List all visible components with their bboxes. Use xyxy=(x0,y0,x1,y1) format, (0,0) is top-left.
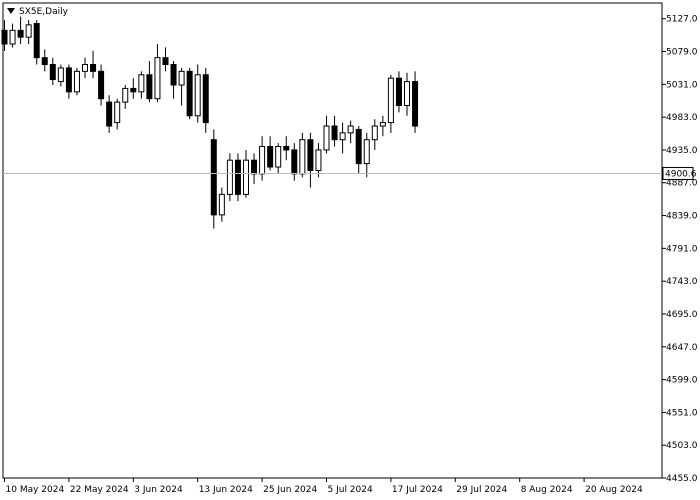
y-tick-label: 4551.0 xyxy=(666,408,698,418)
y-tick-label: 4935.0 xyxy=(666,146,698,156)
candle-body-up xyxy=(9,29,16,45)
x-tick-label: 29 Jul 2024 xyxy=(456,485,507,495)
candle xyxy=(299,132,306,178)
y-tick-label: 4887.0 xyxy=(666,179,698,189)
candle-body-up xyxy=(347,125,354,134)
candle-body-up xyxy=(275,146,282,168)
candle-body-down xyxy=(1,29,8,45)
candle-body-down xyxy=(251,159,258,175)
candle-body-down xyxy=(65,67,72,93)
y-tick-label: 4647.0 xyxy=(666,343,698,353)
candle-body-up xyxy=(315,149,322,171)
candle-body-down xyxy=(331,125,338,141)
last-price-value: 4900.6 xyxy=(665,169,697,179)
y-tick-label: 4791.0 xyxy=(666,244,698,254)
candle-body-down xyxy=(146,74,153,100)
candle-body-up xyxy=(122,87,129,103)
candle-body-down xyxy=(267,146,274,168)
candle-body-down xyxy=(202,74,209,124)
chart-background xyxy=(0,0,700,500)
candle-body-down xyxy=(395,77,402,107)
candle-body-up xyxy=(154,57,161,100)
x-tick-label: 3 Jun 2024 xyxy=(134,485,183,495)
candle-body-down xyxy=(17,29,24,38)
candle-body-down xyxy=(210,139,217,216)
candle-body-down xyxy=(355,128,362,165)
last-price-tag: 4900.6 xyxy=(662,166,697,180)
candle xyxy=(210,129,217,229)
candle-body-up xyxy=(323,125,330,151)
ichimoku-chart: 5127.0 5079.0 5031.0 4983.0 4935.0 4887.0 4839… xyxy=(0,0,700,500)
candle-body-down xyxy=(90,64,97,72)
candle-body-down xyxy=(170,64,177,86)
candle-body-up xyxy=(363,139,370,165)
y-tick-label: 4599.0 xyxy=(666,376,698,386)
candle-body-up xyxy=(218,193,225,216)
candle-body-up xyxy=(404,81,410,107)
candle-body-up xyxy=(387,77,394,124)
y-tick-label: 5031.0 xyxy=(666,80,698,90)
y-tick-label: 5079.0 xyxy=(666,48,698,58)
y-tick-label: 4839.0 xyxy=(666,212,698,222)
candle xyxy=(226,153,233,202)
x-tick-label: 8 Aug 2024 xyxy=(521,485,573,495)
chart-root: 5127.0 5079.0 5031.0 4983.0 4935.0 4887.0 4839… xyxy=(0,0,700,500)
candle-body-up xyxy=(25,24,32,38)
candle-body-down xyxy=(49,64,56,81)
candle-body-up xyxy=(339,132,346,141)
candle-body-up xyxy=(379,122,386,127)
candle-body-up xyxy=(138,74,145,93)
y-tick-label: 4455.0 xyxy=(666,474,698,484)
y-tick-label: 4743.0 xyxy=(666,277,698,287)
candle-body-down xyxy=(106,101,113,127)
candle xyxy=(73,67,80,96)
candle-body-down xyxy=(41,57,48,66)
x-tick-label: 20 Aug 2024 xyxy=(585,485,643,495)
symbol-label: SX5E,Daily xyxy=(19,7,69,17)
candle-body-up xyxy=(57,67,64,83)
x-tick-label: 25 Jun 2024 xyxy=(263,485,317,495)
candle-body-up xyxy=(243,159,249,195)
candle xyxy=(33,20,40,65)
candle-body-down xyxy=(307,139,314,171)
candle-body-down xyxy=(98,70,105,100)
candle-body-down xyxy=(33,23,40,59)
candle-body-up xyxy=(73,70,80,93)
x-tick-label: 13 Jun 2024 xyxy=(199,485,253,495)
candle-body-down xyxy=(162,57,169,66)
y-tick-label: 4983.0 xyxy=(666,113,698,123)
y-axis: 5127.0 5079.0 5031.0 4983.0 4935.0 4887.0 4839… xyxy=(662,15,698,484)
candle-body-down xyxy=(412,81,419,127)
candle-body-up xyxy=(371,125,378,141)
candle-body-up xyxy=(259,146,266,175)
candle xyxy=(234,153,241,202)
x-tick-label: 10 May 2024 xyxy=(6,485,65,495)
x-tick-label: 5 Jul 2024 xyxy=(328,485,373,495)
candle-body-up xyxy=(299,139,306,175)
candle-body-down xyxy=(291,149,298,175)
candle-body-up xyxy=(226,159,233,195)
candle-body-up xyxy=(194,74,201,117)
candle-body-up xyxy=(178,70,185,86)
candle-body-down xyxy=(234,159,241,195)
x-tick-label: 17 Jul 2024 xyxy=(392,485,443,495)
candle-body-up xyxy=(114,101,121,124)
candle-body-up xyxy=(82,64,88,72)
y-tick-label: 4695.0 xyxy=(666,310,698,320)
candle-body-down xyxy=(186,70,193,117)
y-tick-label: 4503.0 xyxy=(666,441,698,451)
candle xyxy=(186,67,193,120)
y-tick-label: 5127.0 xyxy=(666,15,698,25)
candle-body-down xyxy=(283,146,290,151)
candle-body-down xyxy=(130,87,137,93)
x-tick-label: 22 May 2024 xyxy=(70,485,129,495)
